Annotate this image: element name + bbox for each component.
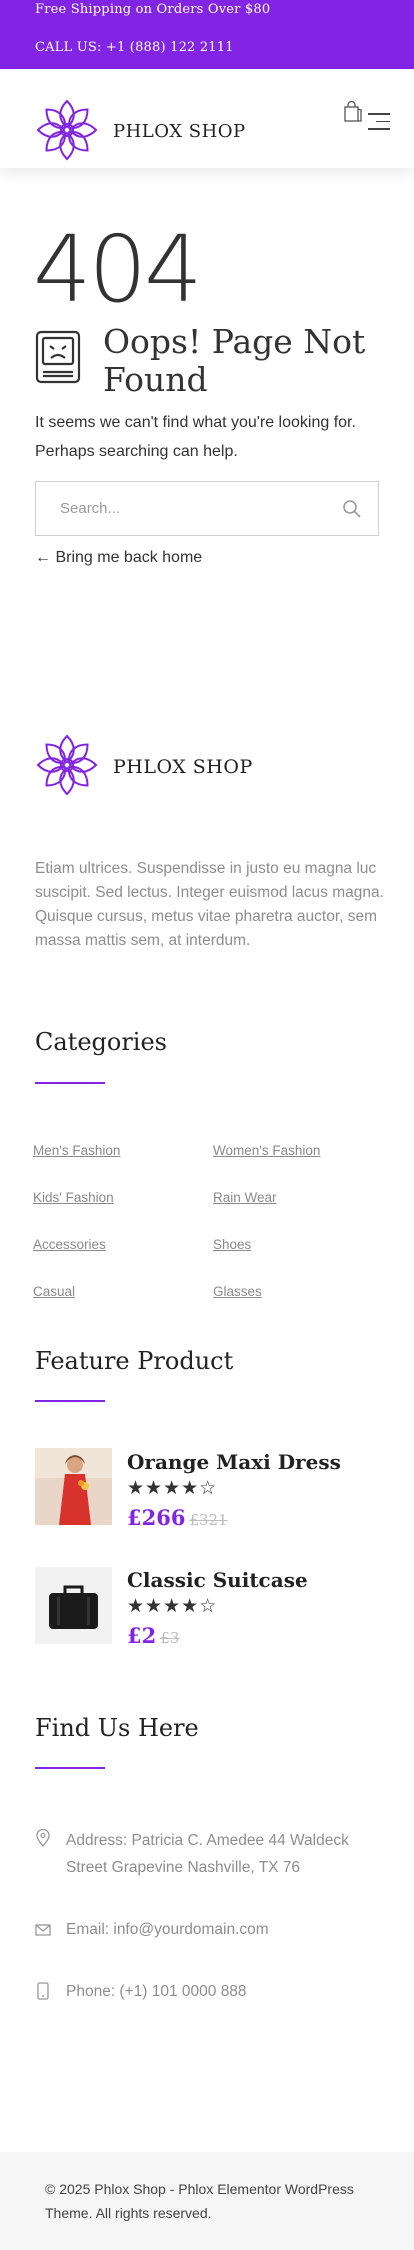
phlox-logo-icon[interactable] (35, 98, 99, 162)
old-price: £321 (189, 1511, 228, 1529)
shopping-bag-icon[interactable] (343, 101, 363, 123)
product-name[interactable]: Classic Suitcase (127, 1568, 308, 1592)
address-text: Address: Patricia C. Amedee 44 Waldeck S… (66, 1832, 349, 1876)
category-link[interactable]: Shoes (213, 1237, 251, 1252)
copyright-text: © 2025 Phlox Shop - Phlox Elementor Word… (45, 2181, 354, 2221)
feature-product-heading: Feature Product (35, 1347, 234, 1375)
sad-computer-icon (35, 330, 81, 384)
product-name[interactable]: Orange Maxi Dress (127, 1450, 341, 1474)
error-title: Oops! Page Not Found (103, 322, 366, 399)
brand-name[interactable]: PHLOX SHOP (113, 121, 246, 142)
back-home-link[interactable]: ← Bring me back home (35, 549, 202, 567)
category-link[interactable]: Rain Wear (213, 1190, 277, 1205)
search-form (35, 481, 379, 536)
location-pin-icon (36, 1829, 50, 1847)
mobile-phone-icon (37, 1982, 49, 2000)
category-link[interactable]: Glasses (213, 1284, 262, 1299)
heading-underline (35, 1082, 105, 1084)
error-code: 404 (33, 216, 203, 323)
product-image[interactable] (35, 1567, 112, 1644)
product-price: £266 £321 (127, 1505, 228, 1530)
heading-underline (35, 1400, 105, 1402)
category-link[interactable]: Women's Fashion (213, 1143, 320, 1158)
site-header: PHLOX SHOP (0, 69, 414, 168)
category-link[interactable]: Kids' Fashion (33, 1190, 114, 1205)
product-rating-stars: ★★★★☆ (127, 1478, 218, 1499)
phlox-footer-logo-icon[interactable] (35, 733, 99, 797)
phone-text[interactable]: Phone: (+1) 101 0000 888 (66, 1978, 386, 2005)
heading-underline (35, 1767, 105, 1769)
error-message: It seems we can't find what you're looki… (35, 414, 356, 460)
product-image[interactable] (35, 1448, 112, 1525)
current-price: £266 (127, 1505, 186, 1530)
categories-heading: Categories (35, 1028, 167, 1056)
email-text[interactable]: Email: info@yourdomain.com (66, 1916, 386, 1943)
product-price: £2 £3 (127, 1623, 179, 1648)
category-link[interactable]: Men's Fashion (33, 1143, 120, 1158)
find-us-heading: Find Us Here (35, 1714, 199, 1742)
footer-about-text: Etiam ultrices. Suspendisse in justo eu … (35, 860, 384, 949)
hamburger-menu-icon[interactable] (368, 113, 390, 133)
category-link[interactable]: Casual (33, 1284, 75, 1299)
copyright-bar: © 2025 Phlox Shop - Phlox Elementor Word… (0, 2152, 414, 2250)
search-input[interactable] (36, 482, 336, 535)
call-us-phone[interactable]: CALL US: +1 (888) 122 2111 (35, 40, 234, 55)
category-link[interactable]: Accessories (33, 1237, 106, 1252)
search-icon[interactable] (342, 499, 362, 519)
current-price: £2 (127, 1623, 157, 1648)
topbar: Free Shipping on Orders Over $80 CALL US… (0, 0, 414, 69)
free-shipping-notice: Free Shipping on Orders Over $80 (35, 2, 271, 17)
old-price: £3 (160, 1629, 180, 1647)
footer-brand-name[interactable]: PHLOX SHOP (113, 756, 253, 778)
email-icon (35, 1924, 51, 1936)
product-rating-stars: ★★★★☆ (127, 1596, 218, 1617)
